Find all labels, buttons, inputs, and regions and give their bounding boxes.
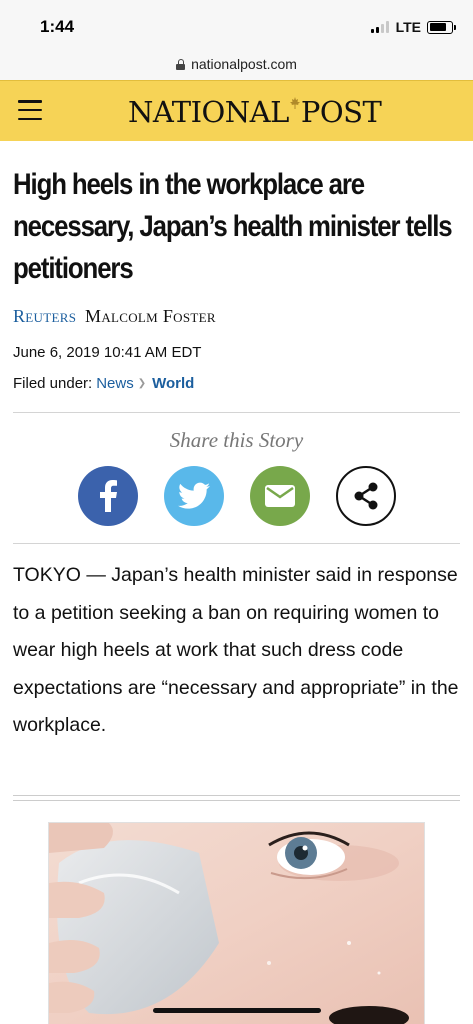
twitter-icon <box>178 482 210 509</box>
email-share-button[interactable] <box>250 466 310 526</box>
byline-author: Malcolm Foster <box>85 306 216 326</box>
byline-source[interactable]: Reuters <box>13 306 76 326</box>
byline: Reuters Malcolm Foster <box>13 306 216 327</box>
logo-text-post: POST <box>300 95 382 129</box>
article-headline: High heels in the workplace are necessar… <box>13 168 453 285</box>
share-title: Share this Story <box>169 428 304 452</box>
filed-under-label: Filed under: <box>13 375 93 392</box>
hamburger-menu-icon[interactable] <box>18 100 42 120</box>
status-time: 1:44 <box>40 17 75 36</box>
network-label: LTE <box>395 19 421 35</box>
site-logo[interactable]: NATIONAL POST <box>128 95 382 129</box>
article-body: TOKYO — Japan’s health minister said in … <box>13 564 459 736</box>
divider <box>13 412 460 413</box>
photo-face-with-ice <box>49 823 424 1024</box>
url-text: nationalpost.com <box>191 56 297 72</box>
battery-icon <box>427 20 456 34</box>
status-bar: 1:44 LTE <box>0 0 473 48</box>
article-image[interactable] <box>48 822 425 1024</box>
site-header: NATIONAL POST <box>0 80 473 141</box>
status-indicators: LTE <box>370 19 456 35</box>
home-indicator[interactable] <box>153 1008 321 1013</box>
divider <box>13 543 460 544</box>
share-icon <box>354 482 378 510</box>
category-link-news[interactable]: News <box>96 375 134 392</box>
double-divider <box>13 795 460 801</box>
maple-leaf-icon <box>289 97 300 109</box>
twitter-share-button[interactable] <box>164 466 224 526</box>
filed-under: Filed under: News ❯ World <box>13 375 194 392</box>
more-share-button[interactable] <box>336 466 396 526</box>
publish-date: June 6, 2019 10:41 AM EDT <box>13 344 202 361</box>
email-icon <box>265 485 295 507</box>
chevron-right-icon: ❯ <box>137 378 147 389</box>
facebook-icon <box>100 480 117 512</box>
signal-icon <box>370 21 389 33</box>
share-buttons <box>78 466 396 526</box>
logo-text-national: NATIONAL <box>128 95 289 129</box>
url-bar[interactable]: nationalpost.com <box>0 48 473 80</box>
lock-icon <box>176 58 186 70</box>
facebook-share-button[interactable] <box>78 466 138 526</box>
category-link-world[interactable]: World <box>152 375 194 392</box>
